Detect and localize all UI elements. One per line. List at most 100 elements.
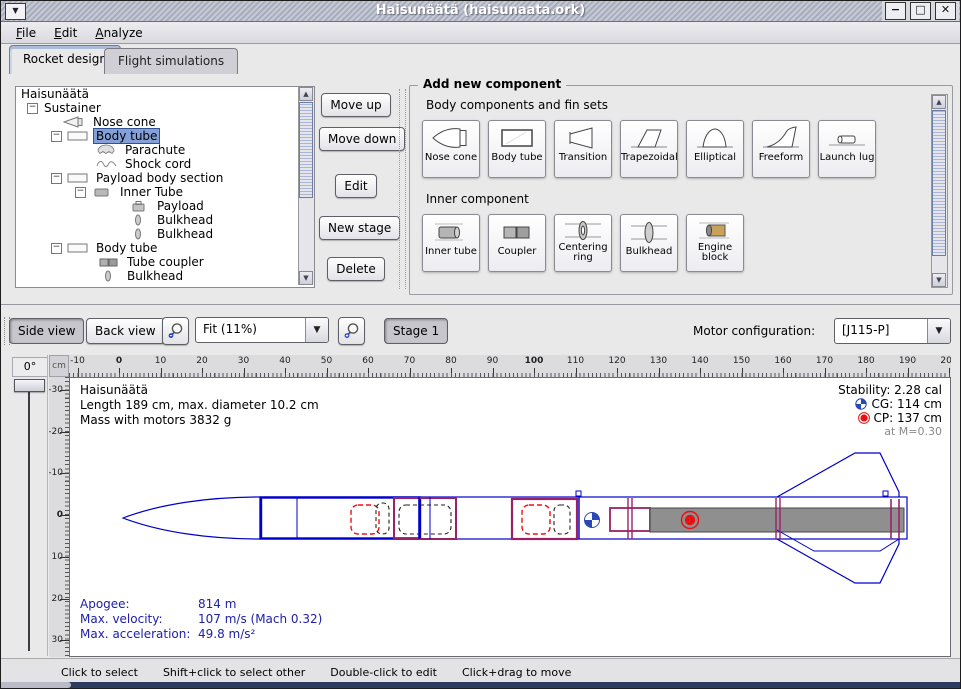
collapse-icon[interactable]: − (27, 103, 38, 114)
scroll-up-icon[interactable]: ▲ (932, 95, 946, 109)
split-divider[interactable] (399, 89, 406, 289)
scroll-down-icon[interactable]: ▼ (932, 273, 946, 287)
add-nose-cone-button[interactable]: Nose cone (422, 120, 480, 178)
tree-item-sustainer[interactable]: − Sustainer (16, 101, 314, 115)
add-inner-tube-button[interactable]: Inner tube (422, 214, 480, 272)
motor-configuration-select[interactable]: [J115-P] ▼ (834, 318, 951, 344)
tree-item-bulkhead[interactable]: Bulkhead (16, 269, 314, 283)
shock-cord-icon (95, 158, 119, 170)
zoom-select[interactable]: Fit (11%) ▼ (195, 317, 329, 343)
tree-item-shock-cord[interactable]: Shock cord (16, 157, 314, 171)
back-view-button[interactable]: Back view (86, 318, 165, 344)
tree-item-nose-cone[interactable]: Nose cone (16, 115, 314, 129)
tree-item-inner-tube[interactable]: − Inner Tube (16, 185, 314, 199)
parachute-icon (95, 144, 119, 156)
body-tube-icon (66, 242, 90, 254)
tree-item-bulkhead[interactable]: Bulkhead (16, 213, 314, 227)
move-up-button[interactable]: Move up (321, 93, 390, 117)
vertical-ruler: -30-20-100102030 (49, 377, 69, 657)
tree-item-tube-coupler[interactable]: Tube coupler (16, 255, 314, 269)
collapse-icon[interactable]: − (51, 243, 62, 254)
component-tree[interactable]: Haisunäätä − Sustainer Nose cone − Body … (15, 86, 315, 288)
collapse-icon[interactable]: − (75, 187, 86, 198)
scrollbar-thumb[interactable] (932, 110, 946, 256)
hint-click: Click to select (61, 666, 138, 679)
menu-file[interactable]: File (7, 24, 45, 42)
add-transition-button[interactable]: Transition (554, 120, 612, 178)
add-launch-lug-button[interactable]: Launch lug (818, 120, 876, 178)
collapse-icon[interactable]: − (51, 131, 62, 142)
close-icon[interactable]: ✕ (935, 2, 956, 20)
fin-upper-shape[interactable] (777, 453, 899, 497)
payload-icon (127, 200, 151, 212)
menu-edit[interactable]: Edit (45, 24, 86, 42)
add-centering-ring-button[interactable]: Centering ring (554, 214, 612, 272)
launch-lug-shape[interactable] (883, 491, 888, 496)
menu-analyze[interactable]: Analyze (86, 24, 151, 42)
fin-lower-shape[interactable] (777, 539, 899, 583)
add-engine-block-button[interactable]: Engine block (686, 214, 744, 272)
delete-button[interactable]: Delete (327, 257, 384, 281)
nose-cone-shape[interactable] (123, 497, 260, 539)
maximize-icon[interactable]: □ (910, 2, 931, 20)
scrollbar-thumb[interactable] (299, 102, 313, 198)
elliptical-fin-icon (693, 124, 737, 152)
tree-item-payload[interactable]: Payload (16, 199, 314, 213)
chevron-down-icon[interactable]: ▼ (305, 318, 328, 342)
scroll-up-icon[interactable]: ▲ (299, 87, 313, 101)
rotation-slider-track[interactable] (28, 385, 30, 651)
tree-item-body-tube-2[interactable]: − Body tube (16, 241, 314, 255)
chevron-down-icon[interactable]: ▼ (927, 319, 950, 343)
zoom-out-button[interactable] (162, 317, 189, 345)
new-stage-button[interactable]: New stage (319, 216, 400, 240)
selected-tree-item: Body tube (94, 129, 159, 143)
launch-lug-shape[interactable] (576, 491, 581, 496)
add-trapezoidal-fin-button[interactable]: Trapezoidal (620, 120, 678, 178)
nose-cone-icon (429, 124, 473, 152)
stage-1-toggle[interactable]: Stage 1 (384, 318, 448, 344)
inner-tube-icon (429, 218, 473, 246)
rocket-info: Haisunäätä Length 189 cm, max. diameter … (80, 383, 319, 428)
add-coupler-button[interactable]: Coupler (488, 214, 546, 272)
tree-item-bulkhead[interactable]: Bulkhead (16, 227, 314, 241)
transition-icon (561, 124, 605, 152)
magnifier-plus-icon (342, 321, 362, 341)
hint-shift-click: Shift+click to select other (163, 666, 305, 679)
tree-item-parachute[interactable]: Parachute (16, 143, 314, 157)
add-freeform-fin-button[interactable]: Freeform (752, 120, 810, 178)
pane-divider (47, 355, 48, 656)
rocket-canvas[interactable]: Haisunäätä Length 189 cm, max. diameter … (69, 377, 951, 657)
rotation-slider-handle[interactable] (14, 379, 45, 392)
move-down-button[interactable]: Move down (319, 127, 405, 151)
flight-data: Apogee:814 m Max. velocity:107 m/s (Mach… (80, 597, 322, 642)
add-body-tube-button[interactable]: Body tube (488, 120, 546, 178)
engine-block-icon (693, 218, 737, 242)
zoom-in-button[interactable] (338, 317, 365, 345)
tree-item-payload-section[interactable]: − Payload body section (16, 171, 314, 185)
stability-info: Stability: 2.28 cal CG: 114 cm CP: 137 c… (838, 383, 942, 439)
section-label-inner: Inner component (426, 192, 529, 206)
minimize-icon[interactable]: − (885, 2, 906, 20)
tree-actions: Move up Move down Edit New stage Delete (319, 86, 393, 281)
add-elliptical-fin-button[interactable]: Elliptical (686, 120, 744, 178)
window-title: Haisunäätä (haisunaata.ork) (1, 3, 960, 18)
tree-scrollbar[interactable]: ▲ ▼ (298, 87, 314, 285)
window-bottom-edge (1, 682, 960, 688)
collapse-icon[interactable]: − (51, 173, 62, 184)
body-tube-icon (66, 172, 90, 184)
section-label-body: Body components and fin sets (426, 98, 608, 112)
tree-item-body-tube[interactable]: − Body tube (16, 129, 314, 143)
edit-button[interactable]: Edit (335, 174, 376, 198)
add-bulkhead-button[interactable]: Bulkhead (620, 214, 678, 272)
tree-item-rocket[interactable]: Haisunäätä (16, 87, 314, 101)
cg-marker[interactable] (585, 513, 600, 528)
tab-flight-simulations[interactable]: Flight simulations (104, 48, 238, 75)
scroll-down-icon[interactable]: ▼ (299, 271, 313, 285)
title-bar[interactable]: ▼ Haisunäätä (haisunaata.ork) − □ ✕ (1, 1, 960, 22)
coupler-icon (495, 218, 539, 246)
centering-ring-icon (561, 218, 605, 242)
component-panel-scrollbar[interactable]: ▲ ▼ (931, 94, 948, 288)
tab-bar: Rocket design Flight simulations (1, 44, 960, 75)
side-view-button[interactable]: Side view (9, 318, 84, 344)
nose-cone-icon (63, 116, 87, 128)
